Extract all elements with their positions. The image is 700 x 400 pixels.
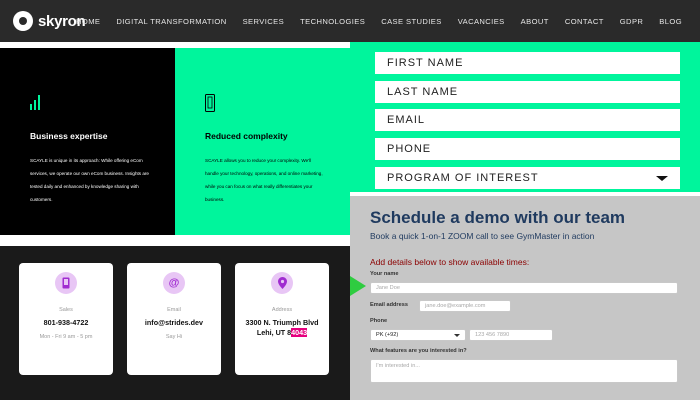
email-field[interactable]: EMAIL bbox=[375, 109, 680, 131]
name-input[interactable]: Jane Doe bbox=[370, 282, 678, 294]
email-input[interactable]: jane.doe@example.com bbox=[419, 300, 511, 312]
lead-form: FIRST NAME LAST NAME EMAIL PHONE PROGRAM… bbox=[350, 42, 700, 192]
contact-label: Email bbox=[167, 307, 181, 313]
last-name-field[interactable]: LAST NAME bbox=[375, 81, 680, 103]
email-label: Email address bbox=[370, 302, 408, 308]
contact-card-address: Address 3300 N. Triumph Blvd Lehi, UT 84… bbox=[235, 263, 329, 375]
first-name-field[interactable]: FIRST NAME bbox=[375, 52, 680, 74]
bar-chart-icon bbox=[30, 95, 40, 110]
contact-label: Sales bbox=[59, 307, 73, 313]
contact-section: Sales 801-938-4722 Mon - Fri 9 am - 5 pm… bbox=[0, 246, 350, 400]
address-line2: Lehi, UT 8 bbox=[256, 328, 292, 337]
country-code-select[interactable]: PK (+92) bbox=[370, 329, 466, 341]
feature-reduced-complexity: Reduced complexity SCAYLE allows you to … bbox=[175, 48, 350, 235]
at-icon: @ bbox=[163, 272, 185, 294]
nav-item-blog[interactable]: BLOG bbox=[651, 17, 690, 26]
phone-input[interactable]: 123 456 7890 bbox=[469, 329, 553, 341]
nav-item-case-studies[interactable]: CASE STUDIES bbox=[373, 17, 450, 26]
nav-item-digital-transformation[interactable]: DIGITAL TRANSFORMATION bbox=[108, 17, 234, 26]
nav-item-contact[interactable]: CONTACT bbox=[557, 17, 612, 26]
email-note: Say Hi bbox=[165, 334, 183, 340]
street-address: 3300 N. Triumph Blvd Lehi, UT 84043 bbox=[235, 318, 329, 338]
nav-item-about[interactable]: ABOUT bbox=[513, 17, 557, 26]
program-select-label: PROGRAM OF INTEREST bbox=[387, 172, 539, 184]
feature-business-expertise: Business expertise SCAYLE is unique in i… bbox=[0, 48, 175, 235]
top-navigation: skyron HOME DIGITAL TRANSFORMATION SERVI… bbox=[0, 0, 700, 42]
features-label: What features are you interested in? bbox=[370, 348, 467, 354]
nav-item-services[interactable]: SERVICES bbox=[235, 17, 292, 26]
contact-label: Address bbox=[271, 307, 293, 313]
country-code-value: PK (+92) bbox=[376, 332, 399, 338]
email-address[interactable]: info@strides.dev bbox=[127, 318, 221, 328]
phone-number[interactable]: 801-938-4722 bbox=[19, 318, 113, 328]
phone-field[interactable]: PHONE bbox=[375, 138, 680, 160]
nav-item-vacancies[interactable]: VACANCIES bbox=[450, 17, 513, 26]
feature-description: SCAYLE is unique in its approach: While … bbox=[30, 158, 149, 202]
nav-item-home[interactable]: HOME bbox=[68, 17, 108, 26]
chevron-down-icon bbox=[454, 334, 460, 337]
contact-card-sales: Sales 801-938-4722 Mon - Fri 9 am - 5 pm bbox=[19, 263, 113, 375]
page: skyron HOME DIGITAL TRANSFORMATION SERVI… bbox=[0, 0, 700, 400]
demo-title: Schedule a demo with our team bbox=[370, 208, 626, 227]
business-hours: Mon - Fri 9 am - 5 pm bbox=[39, 334, 93, 340]
demo-form: Schedule a demo with our team Book a qui… bbox=[350, 196, 700, 400]
phone-label: Phone bbox=[370, 318, 388, 324]
demo-subtitle: Book a quick 1-on-1 ZOOM call to see Gym… bbox=[370, 231, 595, 241]
address-line1: 3300 N. Triumph Blvd bbox=[245, 318, 319, 327]
phone-outline-icon bbox=[205, 94, 215, 112]
feature-title: Reduced complexity bbox=[205, 131, 288, 141]
program-of-interest-select[interactable]: PROGRAM OF INTEREST bbox=[375, 167, 680, 189]
nav-item-technologies[interactable]: TECHNOLOGIES bbox=[292, 17, 373, 26]
green-arrow-icon bbox=[350, 276, 366, 296]
phone-icon bbox=[55, 272, 77, 294]
chevron-down-icon bbox=[656, 176, 668, 181]
location-pin-icon bbox=[271, 272, 293, 294]
name-label: Your name bbox=[370, 271, 399, 277]
feature-description: SCAYLE allows you to reduce your complex… bbox=[205, 158, 323, 202]
contact-card-email: @ Email info@strides.dev Say Hi bbox=[127, 263, 221, 375]
nav-item-gdpr[interactable]: GDPR bbox=[612, 17, 652, 26]
highlighted-zip: 4043 bbox=[291, 328, 308, 337]
logo-mark-icon bbox=[13, 11, 33, 31]
add-details-heading: Add details below to show available time… bbox=[370, 257, 530, 267]
nav-menu: HOME DIGITAL TRANSFORMATION SERVICES TEC… bbox=[68, 0, 690, 42]
feature-title: Business expertise bbox=[30, 131, 108, 141]
features-textarea[interactable]: I'm interested in... bbox=[370, 359, 678, 383]
